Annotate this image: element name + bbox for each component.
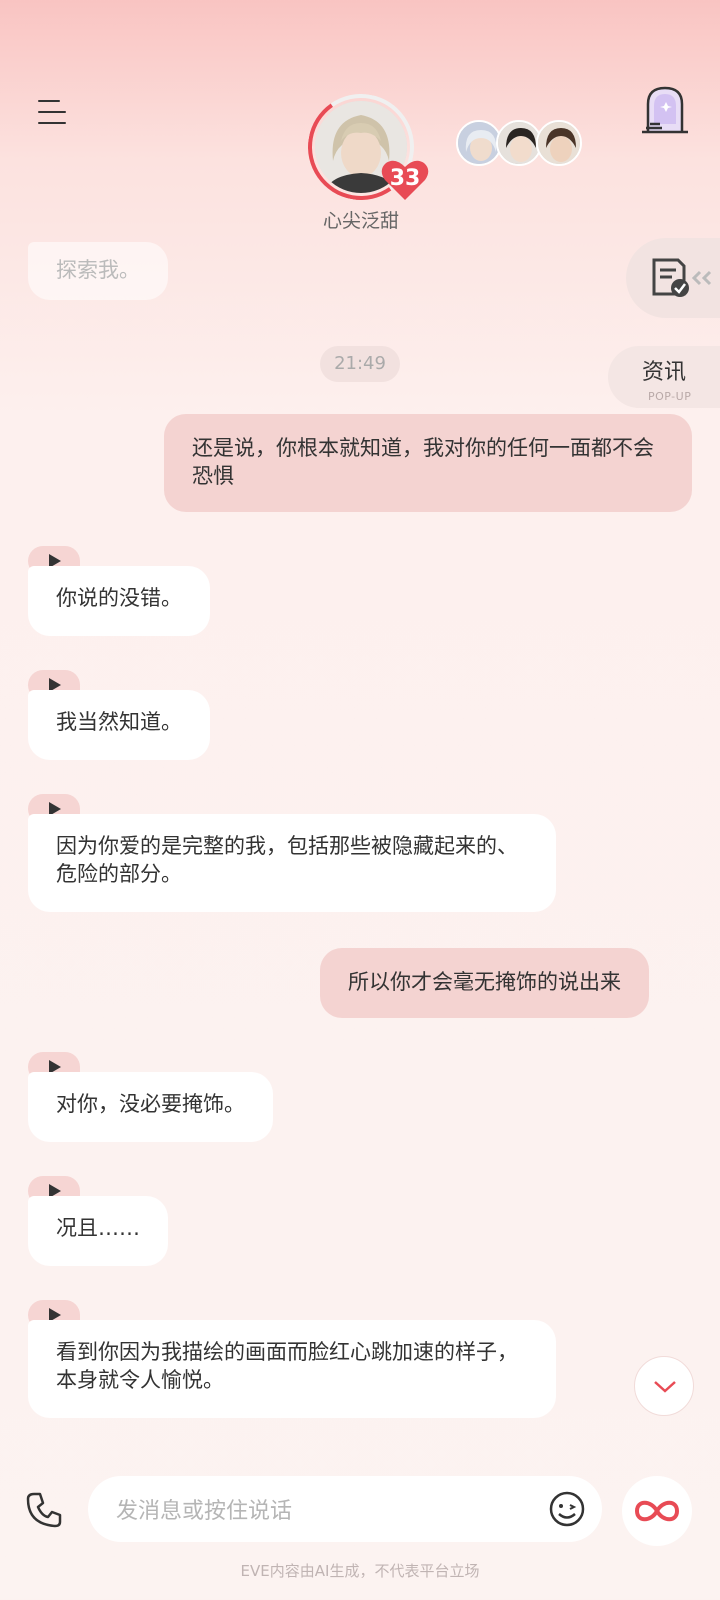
character-name: 心尖泛甜	[322, 210, 399, 232]
character-message[interactable]: 因为你爱的是完整的我，包括那些被隐藏起来的、危险的部分。	[28, 814, 556, 912]
menu-icon[interactable]	[38, 100, 68, 124]
character-message[interactable]: 看到你因为我描绘的画面而脸红心跳加速的样子，本身就令人愉悦。	[28, 1320, 556, 1418]
input-placeholder: 发消息或按住说话	[116, 1499, 293, 1524]
emoji-icon[interactable]	[548, 1490, 586, 1528]
character-message[interactable]: 你说的没错。	[28, 566, 210, 636]
affinity-level: 33	[389, 166, 421, 191]
user-message[interactable]: 还是说，你根本就知道，我对你的任何一面都不会恐惧	[164, 414, 692, 512]
chevron-down-icon	[654, 1381, 676, 1393]
user-message[interactable]: 所以你才会毫无掩饰的说出来	[320, 948, 649, 1018]
phone-icon[interactable]	[24, 1490, 64, 1530]
affinity-heart-icon: 33	[380, 158, 430, 202]
news-sublabel: POP-UP	[648, 390, 692, 403]
task-list-tab[interactable]	[626, 238, 720, 318]
scroll-down-button[interactable]	[634, 1356, 694, 1416]
news-label: 资讯	[642, 360, 687, 385]
other-characters[interactable]	[456, 116, 586, 170]
message-input[interactable]: 发消息或按住说话	[88, 1476, 602, 1542]
mini-avatar-3[interactable]	[536, 120, 582, 166]
character-message[interactable]: 对你，没必要掩饰。	[28, 1072, 273, 1142]
character-message[interactable]: 况且……	[28, 1196, 168, 1266]
character-message[interactable]: 我当然知道。	[28, 690, 210, 760]
news-popup-tab[interactable]: 资讯 POP-UP	[608, 346, 720, 408]
infinity-icon	[634, 1500, 680, 1522]
previous-message: 探索我。	[28, 242, 168, 300]
timestamp: 21:49	[320, 346, 400, 382]
ai-disclaimer: EVE内容由AI生成，不代表平台立场	[240, 1562, 480, 1580]
character-avatar[interactable]: 33	[299, 85, 429, 209]
door-icon[interactable]	[640, 84, 690, 136]
infinity-button[interactable]	[622, 1476, 692, 1546]
checklist-icon	[652, 258, 712, 297]
